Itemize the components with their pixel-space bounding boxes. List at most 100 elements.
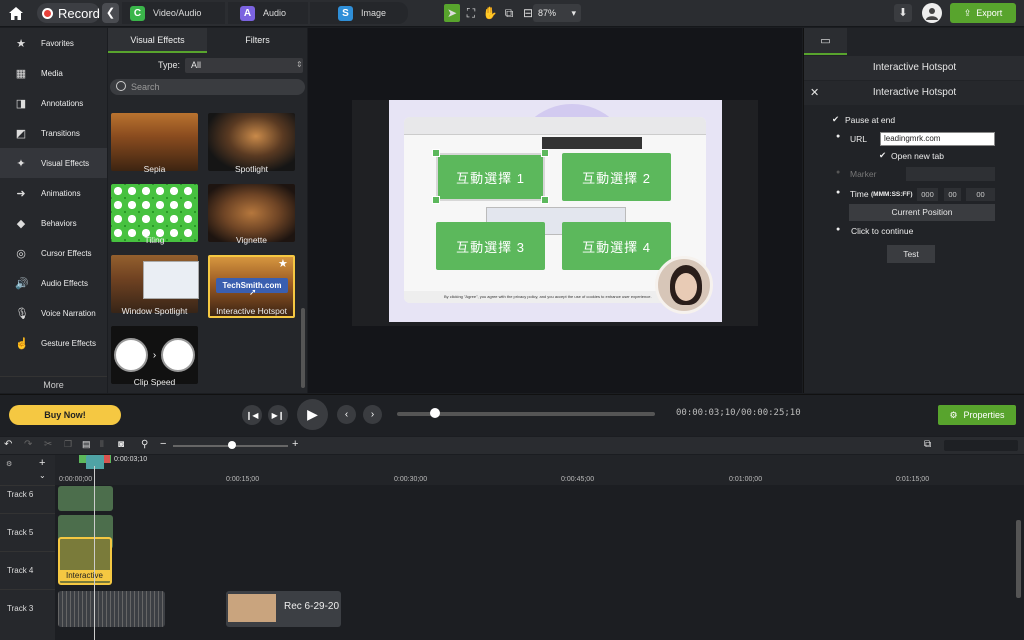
sidebar-item-media[interactable]: ▦ Media bbox=[0, 58, 107, 88]
track-header-4[interactable]: Track 4 bbox=[0, 551, 55, 589]
microphone-icon: 🎙 bbox=[15, 307, 29, 320]
camera-icon[interactable]: ◙ bbox=[118, 439, 124, 450]
audio-clip[interactable] bbox=[58, 591, 165, 627]
hotspot-4[interactable]: 互動選擇 4 bbox=[562, 222, 671, 270]
zoom-icon[interactable]: ⚲ bbox=[141, 439, 148, 450]
pan-tool-icon[interactable]: ✋ bbox=[482, 4, 498, 22]
step-back-icon[interactable]: ❙◀ bbox=[242, 405, 262, 425]
track-header-3[interactable]: Track 3 bbox=[0, 589, 55, 640]
collapse-library-button[interactable]: ❮ bbox=[102, 3, 119, 23]
detach-icon[interactable]: ⧉ bbox=[924, 439, 931, 450]
vignette-thumbnail[interactable] bbox=[208, 184, 295, 242]
recording-clip[interactable]: Rec 6-29-20 bbox=[226, 591, 341, 627]
url-radio[interactable]: ● bbox=[836, 133, 840, 140]
time-minutes-input[interactable]: 000 bbox=[917, 188, 938, 201]
split-icon[interactable]: ⫴ bbox=[100, 439, 104, 450]
sidebar-item-gesture-effects[interactable]: ☝ Gesture Effects bbox=[0, 328, 107, 358]
playhead-handle[interactable] bbox=[86, 455, 104, 469]
crop-tool-icon[interactable]: ⧉ bbox=[501, 4, 517, 22]
export-label: Export bbox=[976, 8, 1003, 18]
scrollbar[interactable] bbox=[301, 308, 305, 388]
sidebar-item-animations[interactable]: ➜ Animations bbox=[0, 178, 107, 208]
star-icon[interactable]: ★ bbox=[278, 257, 288, 270]
visual-props-tab[interactable]: ▭ bbox=[804, 28, 847, 55]
copy-icon[interactable]: ❐ bbox=[64, 439, 72, 450]
resize-handle[interactable] bbox=[432, 149, 440, 157]
zoom-in-icon[interactable]: + bbox=[292, 438, 298, 450]
type-select[interactable]: All bbox=[185, 58, 303, 73]
sidebar-item-audio-effects[interactable]: 🔊 Audio Effects bbox=[0, 268, 107, 298]
prev-marker-icon[interactable]: ‹ bbox=[337, 405, 356, 424]
time-seconds-input[interactable]: 00 bbox=[944, 188, 961, 201]
track6-clip[interactable] bbox=[58, 486, 113, 511]
redo-icon[interactable]: ↷ bbox=[24, 439, 32, 450]
out-point[interactable] bbox=[104, 455, 110, 463]
account-icon[interactable] bbox=[922, 3, 942, 23]
paste-icon[interactable]: ▤ bbox=[82, 439, 91, 450]
undo-icon[interactable]: ↶ bbox=[4, 439, 12, 450]
pause-checkbox[interactable]: ✔ bbox=[832, 114, 839, 125]
clip-speed-thumbnail[interactable]: › bbox=[111, 326, 198, 384]
open-new-tab-checkbox[interactable]: ✔ bbox=[879, 150, 886, 161]
zoom-slider-handle[interactable] bbox=[228, 441, 236, 449]
marker-select[interactable] bbox=[906, 167, 995, 181]
timeline-ruler[interactable] bbox=[55, 455, 1024, 485]
close-icon[interactable]: ✕ bbox=[810, 86, 819, 99]
sidebar-item-favorites[interactable]: ★ Favorites bbox=[0, 28, 107, 58]
tab-audio[interactable]: A Audio bbox=[228, 2, 308, 24]
time-format-label: (MMM:SS:FF) bbox=[871, 191, 913, 198]
sepia-thumbnail[interactable] bbox=[111, 113, 198, 171]
marker-radio[interactable]: ● bbox=[836, 169, 840, 176]
sidebar-item-visual-effects[interactable]: ✦ Visual Effects bbox=[0, 148, 107, 178]
time-radio[interactable]: ● bbox=[836, 189, 840, 196]
sidebar-item-annotations[interactable]: ◨ Annotations bbox=[0, 88, 107, 118]
time-label: Time bbox=[850, 189, 869, 199]
sidebar-item-voice-narration[interactable]: 🎙 Voice Narration bbox=[0, 298, 107, 328]
home-icon[interactable] bbox=[6, 4, 26, 23]
zoom-out-icon[interactable]: − bbox=[160, 438, 166, 450]
tab-filters[interactable]: Filters bbox=[208, 28, 307, 53]
current-position-button[interactable]: Current Position bbox=[849, 204, 995, 221]
track-header-6[interactable]: Track 6 bbox=[0, 485, 55, 513]
time-frames-input[interactable]: 00 bbox=[966, 188, 995, 201]
download-icon[interactable]: ⬇ bbox=[894, 4, 912, 22]
url-input[interactable]: leadingmrk.com bbox=[880, 132, 995, 146]
zoom-select[interactable]: 87% bbox=[533, 4, 581, 22]
timeline-search[interactable] bbox=[944, 440, 1018, 451]
arrow-tool-icon[interactable]: ➤ bbox=[444, 4, 460, 22]
tiling-thumbnail[interactable] bbox=[111, 184, 198, 242]
hotspot-2[interactable]: 互動選擇 2 bbox=[562, 153, 671, 201]
tab-image[interactable]: S Image bbox=[310, 2, 408, 24]
record-button[interactable]: Record bbox=[37, 3, 100, 23]
track-settings-icon[interactable]: ⚙ bbox=[6, 460, 12, 468]
resize-handle[interactable] bbox=[541, 149, 549, 157]
sidebar-item-transitions[interactable]: ◩ Transitions bbox=[0, 118, 107, 148]
click-continue-radio[interactable]: ● bbox=[836, 226, 840, 233]
spotlight-thumbnail[interactable] bbox=[208, 113, 295, 171]
interactive-clip[interactable]: Interactive bbox=[58, 537, 112, 585]
tab-visual-effects[interactable]: Visual Effects bbox=[108, 28, 207, 53]
scrub-handle[interactable] bbox=[430, 408, 440, 418]
export-button[interactable]: ⇪ Export bbox=[950, 3, 1016, 23]
cut-icon[interactable]: ✂ bbox=[44, 439, 52, 450]
tab-video-audio[interactable]: C Video/Audio bbox=[122, 2, 225, 24]
hotspot-1[interactable]: 互動選擇 1 bbox=[436, 153, 545, 201]
test-button[interactable]: Test bbox=[887, 245, 935, 263]
transform-tool-icon[interactable]: ⛶ bbox=[463, 4, 479, 22]
resize-handle[interactable] bbox=[432, 196, 440, 204]
search-input[interactable]: Search bbox=[110, 79, 305, 95]
hotspot-3[interactable]: 互動選擇 3 bbox=[436, 222, 545, 270]
step-forward-icon[interactable]: ▶❙ bbox=[268, 405, 288, 425]
resize-handle[interactable] bbox=[541, 196, 549, 204]
more-tools-button[interactable]: More bbox=[0, 376, 107, 393]
track-header-5[interactable]: Track 5 bbox=[0, 513, 55, 551]
buy-now-button[interactable]: Buy Now! bbox=[9, 405, 121, 425]
sidebar-item-cursor-effects[interactable]: ◎ Cursor Effects bbox=[0, 238, 107, 268]
play-icon[interactable]: ▶ bbox=[297, 399, 328, 430]
chevron-down-icon[interactable]: ⌄ bbox=[39, 471, 46, 480]
add-track-icon[interactable]: + bbox=[39, 457, 45, 469]
sidebar-item-behaviors[interactable]: ◆ Behaviors bbox=[0, 208, 107, 238]
properties-button[interactable]: ⚙ Properties bbox=[938, 405, 1016, 425]
timeline-scrollbar[interactable] bbox=[1016, 520, 1021, 598]
next-marker-icon[interactable]: › bbox=[363, 405, 382, 424]
